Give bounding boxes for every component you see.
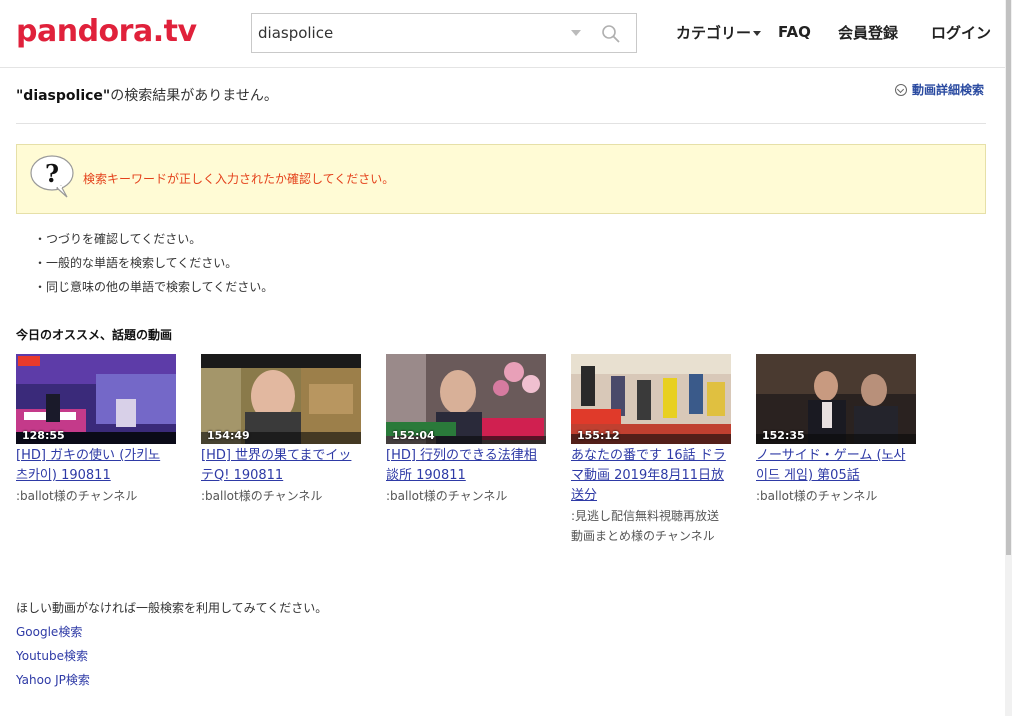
no-result-message: "diaspolice"の検索結果がありません。 [16,86,278,106]
divider [16,123,986,124]
video-duration: 154:49 [207,429,250,442]
nav-category[interactable]: カテゴリー [676,22,762,44]
video-thumbnail[interactable]: 152:04 [386,354,546,444]
nav-faq[interactable]: FAQ [778,21,811,43]
scrollbar-thumb[interactable] [1006,0,1011,555]
video-thumbnail[interactable]: 128:55 [16,354,176,444]
video-title-link[interactable]: [HD] 世界の果てまでイッテQ! 190811 [201,446,361,486]
video-channel[interactable]: :ballot様のチャンネル [201,486,361,506]
video-duration: 128:55 [22,429,65,442]
youtube-search-link[interactable]: Youtube検索 [16,644,327,668]
video-thumbnail[interactable]: 154:49 [201,354,361,444]
video-title-link[interactable]: [HD] 行列のできる法律相談所 190811 [386,446,546,486]
no-result-text: の検索結果がありません。 [110,88,278,104]
chevron-down-icon[interactable] [571,30,581,36]
nav-register[interactable]: 会員登録 [838,22,898,44]
search-icon[interactable] [601,24,621,44]
video-card[interactable]: 152:35 ノーサイド・ゲーム (노사이드 게임) 第05話 :ballot様… [756,354,926,506]
video-card[interactable]: 154:49 [HD] 世界の果てまでイッテQ! 190811 :ballot様… [201,354,371,506]
video-thumbnail[interactable]: 152:35 [756,354,916,444]
video-card[interactable]: 155:12 あなたの番です 16話 ドラマ動画 2019年8月11日放送分 :… [571,354,741,546]
search-box[interactable] [251,13,637,53]
video-channel[interactable]: :見逃し配信無料視聴再放送動画まとめ様のチャンネル [571,506,731,546]
video-card[interactable]: 152:04 [HD] 行列のできる法律相談所 190811 :ballot様の… [386,354,556,506]
video-channel[interactable]: :ballot様のチャンネル [16,486,176,506]
video-title-link[interactable]: あなたの番です 16話 ドラマ動画 2019年8月11日放送分 [571,446,731,506]
nav-login[interactable]: ログイン [931,22,991,44]
tip-item: ・つづりを確認してください。 [34,232,202,246]
tip-item: ・一般的な単語を検索してください。 [34,256,238,270]
chevron-circle-icon [895,84,907,96]
site-header: pandora.tv カテゴリー FAQ 会員登録 ログイン [0,0,1005,68]
warning-box: ? 検索キーワードが正しく入力されたか確認してください。 [16,144,986,214]
search-input[interactable] [252,14,552,52]
video-duration: 152:35 [762,429,805,442]
search-keyword: "diaspolice" [16,88,111,104]
video-thumbnail[interactable]: 155:12 [571,354,731,444]
yahoo-jp-search-link[interactable]: Yahoo JP検索 [16,668,327,692]
caret-down-icon [753,31,762,36]
pandora-logo[interactable]: pandora.tv [16,12,197,52]
search-tips: ・つづりを確認してください。 ・一般的な単語を検索してください。 ・同じ意味の他… [34,227,273,299]
advanced-search-link[interactable]: 動画詳細検索 [895,82,984,98]
video-title-link[interactable]: [HD] ガキの使い (가키노 츠카이) 190811 [16,446,176,486]
advanced-search-label: 動画詳細検索 [912,83,985,97]
video-channel[interactable]: :ballot様のチャンネル [756,486,916,506]
nav-category-label: カテゴリー [676,24,752,42]
tip-item: ・同じ意味の他の単語で検索してください。 [34,280,274,294]
video-duration: 155:12 [577,429,620,442]
svg-text:?: ? [45,159,59,188]
recommend-title: 今日のオススメ、話題の動画 [16,328,173,342]
video-card[interactable]: 128:55 [HD] ガキの使い (가키노 츠카이) 190811 :ball… [16,354,186,506]
video-title-link[interactable]: ノーサイド・ゲーム (노사이드 게임) 第05話 [756,446,916,486]
google-search-link[interactable]: Google検索 [16,620,327,644]
warning-text: 検索キーワードが正しく入力されたか確認してください。 [83,172,395,186]
video-duration: 152:04 [392,429,435,442]
general-search-note: ほしい動画がなければ一般検索を利用してみてください。 [16,601,328,615]
general-search-section: ほしい動画がなければ一般検索を利用してみてください。 Google検索 Yout… [16,596,327,692]
video-channel[interactable]: :ballot様のチャンネル [386,486,546,506]
question-bubble-icon: ? [30,155,74,198]
